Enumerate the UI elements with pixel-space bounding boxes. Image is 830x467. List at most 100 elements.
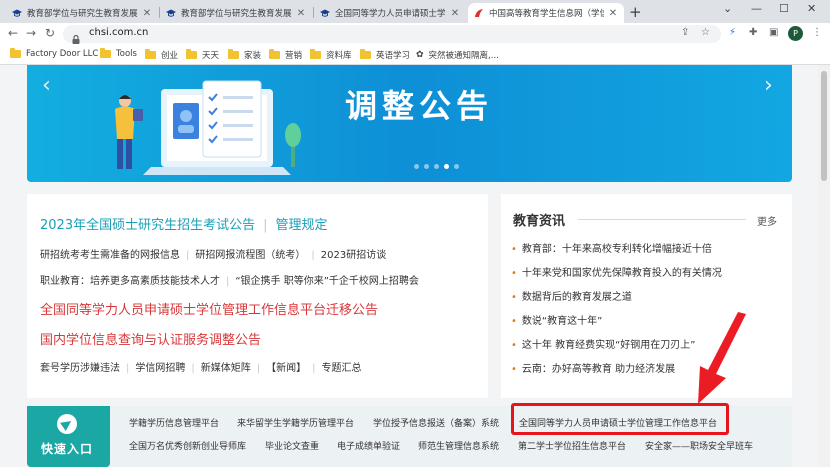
news-panel-title: 教育资讯 bbox=[513, 214, 566, 229]
close-icon[interactable]: ✕ bbox=[296, 8, 306, 19]
banner-title: 调整公告 bbox=[345, 87, 494, 125]
extensions-puzzle-icon[interactable]: ✚ bbox=[749, 27, 757, 38]
carousel-dot[interactable] bbox=[454, 164, 459, 169]
news-item[interactable]: • 云南：办好高等教育 助力经济发展 bbox=[511, 360, 675, 375]
quick-link[interactable]: 第二学士学位招生信息平台 bbox=[518, 439, 626, 452]
quick-link[interactable]: 电子成绩单验证 bbox=[337, 439, 400, 452]
news-item-text: 教育部：十年来高校专利转化增幅接近十倍 bbox=[521, 244, 712, 255]
bookmark-news[interactable]: ✿ 突然被通知隔离,... bbox=[416, 49, 499, 61]
quick-link[interactable]: 师范生管理信息系统 bbox=[418, 439, 499, 452]
news-link[interactable]: “银企携手 职等你来”千企千校网上招聘会 bbox=[235, 276, 419, 287]
carousel-dot[interactable] bbox=[434, 164, 439, 169]
news-item[interactable]: • 这十年 教育经费实现“好钢用在刀刃上” bbox=[511, 336, 695, 351]
bookmark-tiantian[interactable]: 天天 bbox=[186, 49, 219, 61]
bookmark-library[interactable]: 资料库 bbox=[310, 49, 352, 61]
close-icon[interactable]: ✕ bbox=[450, 8, 460, 19]
migration-announcement-link[interactable]: 全国同等学力人员申请硕士学位管理工作信息平台迁移公告 bbox=[40, 299, 378, 318]
new-tab-button[interactable]: + bbox=[629, 3, 642, 21]
quick-link[interactable]: 安全家——职场安全早班车 bbox=[645, 439, 753, 452]
side-panel-icon[interactable]: ▣ bbox=[769, 27, 778, 38]
bookmark-factory-door[interactable]: Factory Door LLC bbox=[10, 48, 98, 59]
news-link[interactable]: 2023研招访谈 bbox=[321, 250, 386, 261]
tab-2[interactable]: 教育部学位与研究生教育发展中心 ✕ bbox=[160, 3, 312, 23]
close-window-button[interactable]: ✕ bbox=[807, 2, 816, 15]
scrollbar-thumb[interactable] bbox=[821, 71, 827, 181]
lightning-extension-icon[interactable]: ⚡ bbox=[729, 27, 736, 38]
maximize-button[interactable]: ☐ bbox=[779, 2, 789, 15]
more-link[interactable]: 更多 bbox=[757, 213, 777, 228]
chsi-logo-icon bbox=[474, 8, 484, 18]
news-item[interactable]: • 数据背后的教育发展之道 bbox=[511, 288, 632, 303]
bullet-icon: • bbox=[511, 340, 517, 351]
news-link[interactable]: 套号学历涉嫌违法 bbox=[40, 363, 120, 374]
news-item-text: 十年来党和国家优先保障教育投入的有关情况 bbox=[521, 268, 722, 279]
red-arrow-annotation bbox=[698, 312, 746, 404]
bookmark-marketing[interactable]: 营销 bbox=[269, 49, 302, 61]
quick-link[interactable]: 全国万名优秀创新创业导师库 bbox=[129, 439, 246, 452]
bookmark-label: 突然被通知隔离,... bbox=[428, 51, 499, 61]
carousel-dot[interactable] bbox=[424, 164, 429, 169]
link-row: 研招统考考生需准备的网报信息 | 研招网报流程图（统考） | 2023研招访谈 bbox=[40, 246, 386, 261]
tab-3[interactable]: 全国同等学力人员申请硕士学位管 ✕ bbox=[314, 3, 466, 23]
carousel-dot-active[interactable] bbox=[444, 164, 449, 169]
news-link[interactable]: 学信网招聘 bbox=[135, 363, 185, 374]
bookmark-star-icon[interactable]: ☆ bbox=[701, 27, 710, 38]
news-item[interactable]: • 教育部：十年来高校专利转化增幅接近十倍 bbox=[511, 240, 712, 255]
carousel-dot[interactable] bbox=[414, 164, 419, 169]
reload-button[interactable]: ↻ bbox=[45, 26, 55, 40]
separator: | bbox=[256, 363, 261, 374]
headline-row: 2023年全国硕士研究生招生考试公告 | 管理规定 bbox=[40, 214, 328, 233]
news-item[interactable]: • 十年来党和国家优先保障教育投入的有关情况 bbox=[511, 264, 722, 279]
headline-regulations-link[interactable]: 管理规定 bbox=[275, 218, 327, 233]
browser-toolbar: ← → ↻ chsi.com.cn ⇪ ☆ ⚡ ✚ ▣ P ⋮ bbox=[0, 23, 830, 45]
news-link[interactable]: 【新闻】 bbox=[266, 363, 306, 374]
share-icon[interactable]: ⇪ bbox=[681, 27, 689, 38]
headline-link[interactable]: 2023年全国硕士研究生招生考试公告 bbox=[40, 218, 255, 233]
news-link[interactable]: 职业教育：培养更多高素质技能技术人才 bbox=[40, 276, 220, 287]
bookmark-home-decor[interactable]: 家装 bbox=[228, 49, 261, 61]
news-link[interactable]: 新媒体矩阵 bbox=[201, 363, 251, 374]
link-row: 套号学历涉嫌违法 | 学信网招聘 | 新媒体矩阵 | 【新闻】 | 专题汇总 bbox=[40, 359, 362, 374]
more-menu-icon[interactable]: ⋮ bbox=[812, 27, 822, 38]
bookmark-english[interactable]: 英语学习 bbox=[360, 49, 410, 61]
quick-link[interactable]: 毕业论文查重 bbox=[265, 439, 319, 452]
close-icon[interactable]: ✕ bbox=[142, 8, 152, 19]
degree-query-announcement-link[interactable]: 国内学位信息查询与认证服务调整公告 bbox=[40, 329, 261, 348]
bookmarks-bar: Factory Door LLC Tools 创业 天天 家装 营销 资料库 英… bbox=[0, 45, 830, 65]
profile-avatar[interactable]: P bbox=[788, 26, 803, 41]
news-link[interactable]: 研招网报流程图（统考） bbox=[195, 250, 305, 261]
bookmark-tools[interactable]: Tools bbox=[100, 48, 137, 59]
bookmark-label: Tools bbox=[116, 49, 137, 59]
back-button[interactable]: ← bbox=[8, 26, 18, 40]
quick-link[interactable]: 学籍学历信息管理平台 bbox=[129, 416, 219, 429]
news-item-text: 数据背后的教育发展之道 bbox=[521, 292, 632, 303]
quick-link[interactable]: 学位授予信息报送（备案）系统 bbox=[373, 416, 499, 429]
carousel-prev-icon[interactable]: ‹ bbox=[42, 73, 51, 98]
news-link[interactable]: 专题汇总 bbox=[322, 363, 362, 374]
news-link[interactable]: 研招统考考生需准备的网报信息 bbox=[40, 250, 180, 261]
quick-access-badge: 快速入口 bbox=[27, 406, 110, 467]
carousel-next-icon[interactable]: › bbox=[764, 73, 773, 98]
bookmark-startup[interactable]: 创业 bbox=[145, 49, 178, 61]
graduation-cap-icon bbox=[320, 8, 330, 18]
separator: | bbox=[312, 363, 316, 374]
minimize-button[interactable]: — bbox=[751, 2, 762, 15]
bullet-icon: • bbox=[511, 316, 517, 327]
bookmark-label: 家装 bbox=[244, 51, 262, 61]
address-bar[interactable]: chsi.com.cn ⇪ ☆ bbox=[63, 25, 721, 44]
carousel-dots bbox=[414, 164, 459, 169]
page-scrollbar[interactable] bbox=[818, 65, 830, 467]
quick-link[interactable]: 来华留学生学籍学历管理平台 bbox=[237, 416, 354, 429]
tab-strip: 教育部学位与研究生教育发展中心 ✕ 教育部学位与研究生教育发展中心 ✕ 全国同等… bbox=[0, 0, 830, 23]
close-icon[interactable]: ✕ bbox=[608, 8, 618, 19]
highlight-box bbox=[511, 403, 729, 435]
news-item[interactable]: • 数说“教育这十年” bbox=[511, 312, 602, 327]
bullet-icon: • bbox=[511, 292, 517, 303]
tab-title: 教育部学位与研究生教育发展中心 bbox=[181, 9, 292, 19]
news-item-text: 数说“教育这十年” bbox=[521, 316, 603, 327]
tab-1[interactable]: 教育部学位与研究生教育发展中心 ✕ bbox=[6, 3, 158, 23]
tab-search-button[interactable]: ⌄ bbox=[723, 2, 732, 15]
carousel-banner[interactable]: ‹ › 调整公告 bbox=[27, 65, 792, 182]
forward-button[interactable]: → bbox=[26, 26, 36, 40]
tab-4-active[interactable]: 中国高等教育学生信息网（学信网） ✕ bbox=[468, 3, 624, 23]
